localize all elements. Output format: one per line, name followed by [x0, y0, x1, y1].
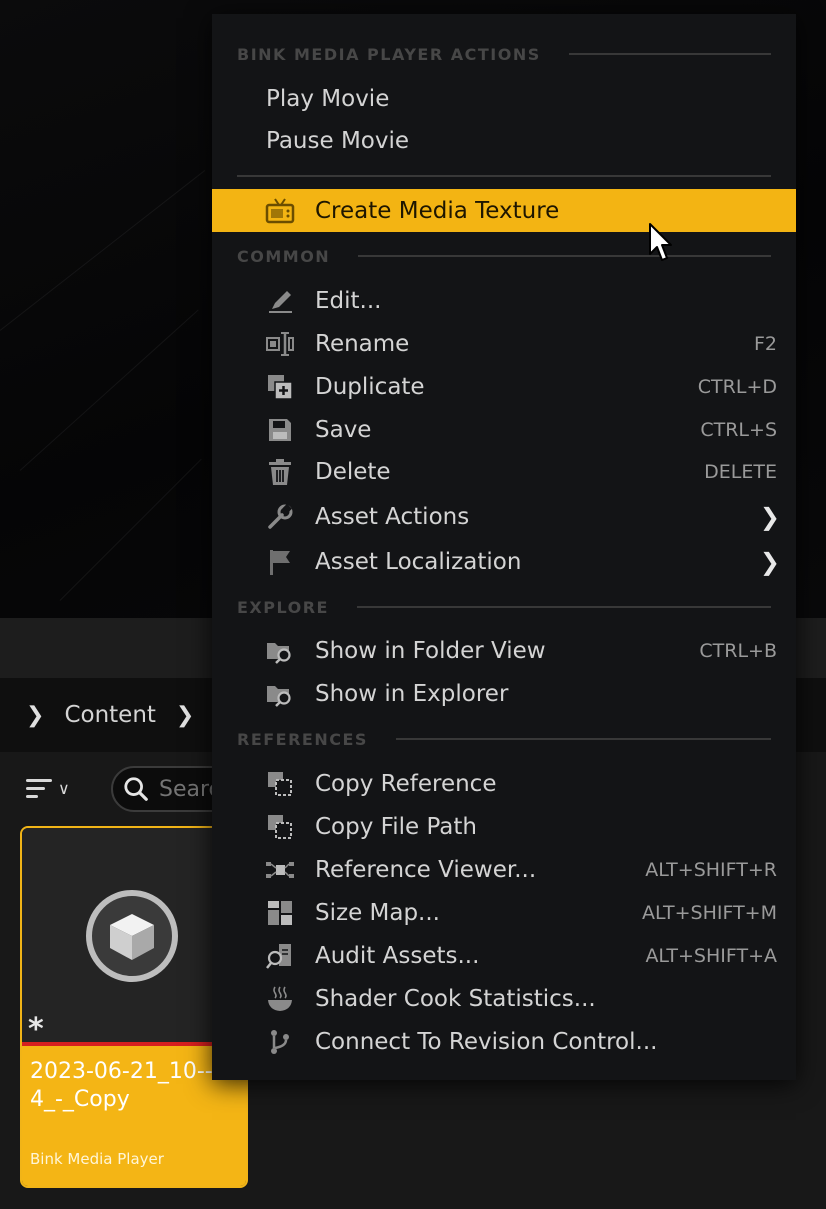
cube-icon: [86, 890, 178, 982]
wrench-icon: [264, 501, 296, 533]
section-divider: [395, 738, 771, 740]
folder-search-icon: [264, 635, 296, 667]
asset-type: Bink Media Player: [30, 1150, 164, 1168]
menu-item-label: Show in Folder View: [315, 638, 546, 664]
menu-item-label: Edit...: [315, 288, 382, 314]
menu-item-size-map[interactable]: Size Map... ALT+SHIFT+M: [212, 893, 796, 933]
copy-path-icon: [264, 811, 296, 843]
menu-item-label: Asset Localization: [315, 549, 522, 575]
rename-icon: [264, 328, 296, 360]
menu-item-label: Size Map...: [315, 900, 440, 926]
section-divider: [358, 255, 771, 257]
menu-item-create-media-texture[interactable]: Create Media Texture: [212, 189, 796, 232]
chevron-right-icon: ❯: [759, 503, 780, 531]
menu-item-shortcut: ALT+SHIFT+R: [645, 859, 777, 881]
filter-button[interactable]: ∨: [26, 768, 96, 808]
trash-icon: [264, 456, 296, 488]
section-divider: [568, 53, 771, 55]
menu-item-label: Save: [315, 417, 372, 443]
menu-separator: [237, 175, 771, 177]
menu-item-shortcut: CTRL+B: [699, 640, 777, 662]
section-label: EXPLORE: [237, 597, 329, 617]
menu-item-label: Shader Cook Statistics...: [315, 986, 596, 1012]
menu-item-label: Duplicate: [315, 374, 425, 400]
menu-item-delete[interactable]: Delete DELETE: [212, 452, 796, 492]
menu-item-shortcut: ALT+SHIFT+A: [645, 945, 777, 967]
flag-icon: [264, 546, 296, 578]
menu-item-save[interactable]: Save CTRL+S: [212, 410, 796, 450]
tv-icon: [264, 195, 296, 227]
search-icon: [124, 777, 148, 801]
section-divider: [356, 606, 771, 608]
menu-item-label: Show in Explorer: [315, 681, 509, 707]
duplicate-icon: [264, 371, 296, 403]
menu-item-play-movie[interactable]: Play Movie: [212, 79, 796, 119]
menu-item-label: Create Media Texture: [315, 197, 560, 224]
menu-item-duplicate[interactable]: Duplicate CTRL+D: [212, 367, 796, 407]
menu-item-label: Audit Assets...: [315, 943, 480, 969]
menu-item-label: Copy Reference: [315, 771, 497, 797]
pencil-icon: [264, 285, 296, 317]
breadcrumb-content[interactable]: Content: [64, 702, 155, 728]
menu-item-label: Play Movie: [266, 86, 390, 112]
menu-item-label: Connect To Revision Control...: [315, 1029, 658, 1055]
menu-item-copy-reference[interactable]: Copy Reference: [212, 764, 796, 804]
menu-item-asset-localization[interactable]: Asset Localization ❯: [212, 542, 796, 582]
section-header-explore: EXPLORE: [237, 596, 771, 618]
chevron-right-icon: ❯: [759, 548, 780, 576]
section-header-bink: BINK MEDIA PLAYER ACTIONS: [237, 43, 771, 65]
menu-item-reference-viewer[interactable]: Reference Viewer... ALT+SHIFT+R: [212, 850, 796, 890]
menu-item-connect-to-revision-control[interactable]: Connect To Revision Control...: [212, 1022, 796, 1062]
viewport-streak: [19, 309, 199, 471]
grid-map-icon: [264, 897, 296, 929]
menu-item-label: Delete: [315, 459, 391, 485]
menu-item-pause-movie[interactable]: Pause Movie: [212, 121, 796, 161]
asset-name: 2023-06-21_10--24_-_Copy: [30, 1059, 227, 1112]
copy-reference-icon: [264, 768, 296, 800]
menu-item-copy-file-path[interactable]: Copy File Path: [212, 807, 796, 847]
chevron-down-icon: ∨: [58, 778, 70, 798]
menu-item-rename[interactable]: Rename F2: [212, 324, 796, 364]
section-label: COMMON: [237, 246, 331, 266]
node-graph-icon: [264, 854, 296, 886]
filter-icon: [26, 778, 52, 798]
menu-item-label: Rename: [315, 331, 410, 357]
menu-item-label: Copy File Path: [315, 814, 477, 840]
menu-item-shortcut: ALT+SHIFT+M: [642, 902, 777, 924]
menu-item-shortcut: F2: [753, 333, 777, 355]
breadcrumb-chevron-icon[interactable]: ❯: [26, 703, 44, 728]
mouse-cursor-icon: [649, 223, 672, 261]
section-label: REFERENCES: [237, 729, 368, 749]
menu-item-label: Reference Viewer...: [315, 857, 537, 883]
viewport-streak: [0, 170, 206, 331]
section-header-references: REFERENCES: [237, 728, 771, 750]
menu-item-label: Asset Actions: [315, 504, 470, 530]
menu-item-shader-cook-statistics[interactable]: Shader Cook Statistics...: [212, 979, 796, 1019]
menu-item-shortcut: DELETE: [704, 461, 777, 483]
steaming-bowl-icon: [264, 983, 296, 1015]
viewport-streak: [59, 458, 202, 601]
menu-item-shortcut: CTRL+D: [697, 376, 777, 398]
menu-item-show-in-explorer[interactable]: Show in Explorer: [212, 674, 796, 714]
floppy-disk-icon: [264, 414, 296, 446]
menu-item-show-in-folder-view[interactable]: Show in Folder View CTRL+B: [212, 631, 796, 671]
menu-item-audit-assets[interactable]: Audit Assets... ALT+SHIFT+A: [212, 936, 796, 976]
menu-item-label: Pause Movie: [266, 128, 410, 154]
section-label: BINK MEDIA PLAYER ACTIONS: [237, 44, 541, 64]
branch-icon: [264, 1026, 296, 1058]
asset-context-menu: BINK MEDIA PLAYER ACTIONS Play Movie Pau…: [212, 14, 796, 1080]
menu-item-edit[interactable]: Edit...: [212, 281, 796, 321]
menu-item-shortcut: CTRL+S: [700, 419, 777, 441]
breadcrumb-chevron-icon[interactable]: ❯: [176, 703, 194, 728]
audit-icon: [264, 940, 296, 972]
menu-item-asset-actions[interactable]: Asset Actions ❯: [212, 497, 796, 537]
folder-search-icon: [264, 678, 296, 710]
section-header-common: COMMON: [237, 245, 771, 267]
